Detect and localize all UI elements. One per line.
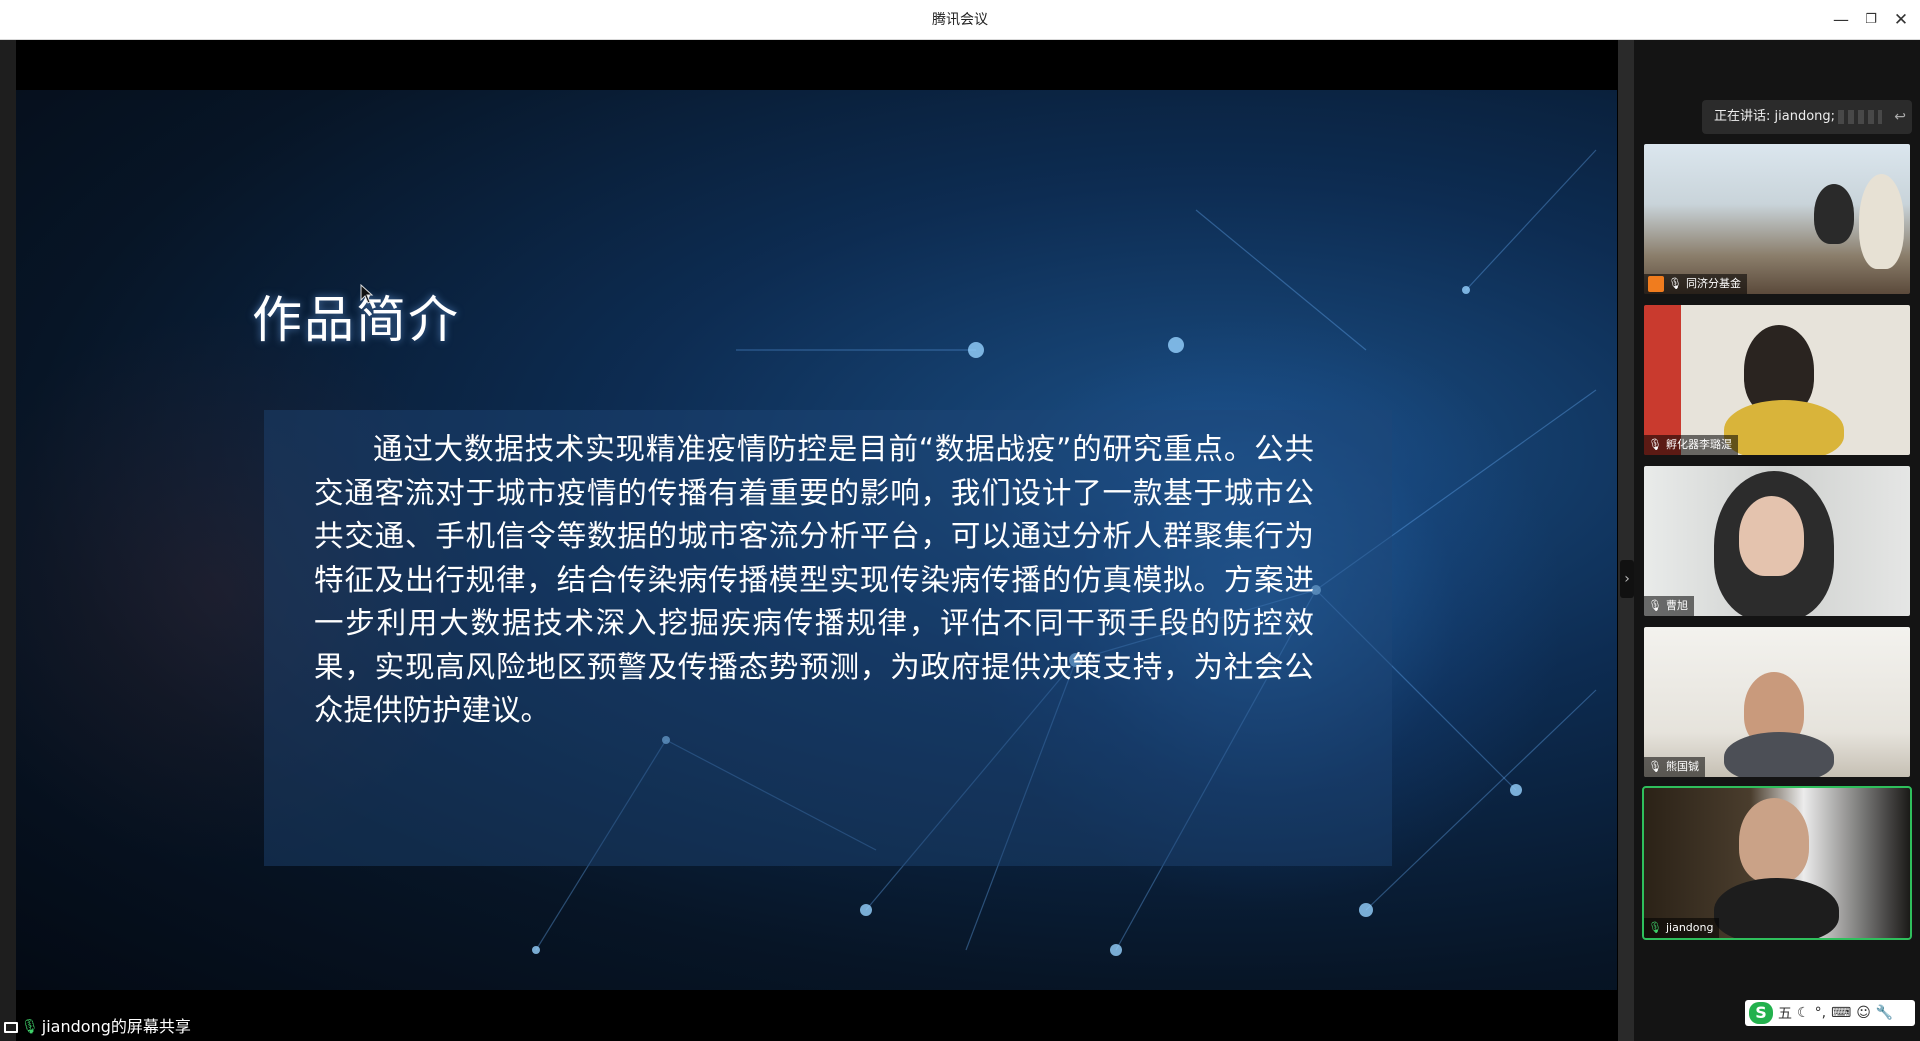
right-border bbox=[1618, 40, 1634, 1041]
participant-video-figure bbox=[1714, 878, 1839, 938]
moon-icon[interactable]: ☾ bbox=[1797, 1005, 1810, 1021]
participant-video-figure bbox=[1739, 798, 1809, 883]
screen-share-icon bbox=[4, 1021, 18, 1033]
back-arrow-icon[interactable]: ↩ bbox=[1894, 100, 1906, 134]
participant-name-tag: 🎙 同济分基金 bbox=[1644, 274, 1747, 294]
screen-share-label-text: jiandong的屏幕共享 bbox=[41, 1017, 191, 1036]
shared-screen-area: 作品简介 通过大数据技术实现精准疫情防控是目前“数据战疫”的研究重点。公共交通客… bbox=[0, 40, 1634, 1041]
participant-name-tag: 🎙 jiandong bbox=[1644, 918, 1720, 938]
audio-level-bars bbox=[1838, 110, 1882, 124]
participant-video-figure bbox=[1814, 184, 1854, 244]
left-border bbox=[0, 40, 16, 1041]
microphone-icon: 🎙 bbox=[1648, 438, 1662, 451]
participant-video-tile[interactable]: 🎙 孵化器李璐湜 bbox=[1644, 305, 1910, 455]
minimize-button[interactable]: — bbox=[1826, 0, 1856, 40]
punctuation-icon[interactable]: °, bbox=[1815, 1005, 1826, 1021]
participant-name: 同济分基金 bbox=[1685, 277, 1741, 290]
settings-wrench-icon[interactable]: 🔧 bbox=[1876, 1005, 1893, 1021]
mouse-cursor-icon bbox=[360, 284, 374, 304]
microphone-muted-icon: 🎙 bbox=[1648, 760, 1662, 773]
screen-share-label: 🎙 jiandong的屏幕共享 bbox=[0, 1013, 191, 1041]
participant-name-tag: 🎙 熊国铖 bbox=[1644, 757, 1705, 777]
participant-video-tile[interactable]: 🎙 同济分基金 bbox=[1644, 144, 1910, 294]
window-title: 腾讯会议 bbox=[932, 12, 988, 28]
microphone-muted-icon: 🎙 bbox=[1668, 277, 1682, 290]
slide-title: 作品简介 bbox=[252, 291, 460, 349]
participant-name: jiandong bbox=[1665, 921, 1714, 934]
participant-video-figure bbox=[1724, 732, 1834, 777]
participant-name: 孵化器李璐湜 bbox=[1665, 438, 1732, 451]
speaking-indicator: 正在讲话: jiandong; ↩ bbox=[1702, 100, 1912, 134]
participant-video-tile[interactable]: 🎙 曹旭 bbox=[1644, 466, 1910, 616]
microphone-active-icon: 🎙 bbox=[1648, 921, 1662, 934]
participant-name-tag: 🎙 曹旭 bbox=[1644, 596, 1694, 616]
participant-video-tile-active-speaker[interactable]: 🎙 jiandong bbox=[1642, 786, 1912, 940]
skin-icon[interactable]: ☺ bbox=[1856, 1005, 1871, 1021]
participant-panel: 正在讲话: jiandong; ↩ 🎙 同济分基金 🎙 孵化器李璐湜 🎙 曹旭 bbox=[1634, 40, 1920, 1041]
keyboard-icon[interactable]: ⌨ bbox=[1831, 1005, 1851, 1021]
ime-mode-label[interactable]: 五 bbox=[1778, 1003, 1792, 1023]
host-badge-icon bbox=[1648, 276, 1664, 292]
participant-name: 曹旭 bbox=[1665, 599, 1688, 612]
participant-video-figure bbox=[1739, 496, 1804, 576]
microphone-icon: 🎙 bbox=[21, 1019, 39, 1035]
participant-video-tile[interactable]: 🎙 熊国铖 bbox=[1644, 627, 1910, 777]
speaking-text: 正在讲话: jiandong; bbox=[1714, 109, 1836, 124]
microphone-muted-icon: 🎙 bbox=[1648, 599, 1662, 612]
close-button[interactable]: ✕ bbox=[1886, 0, 1916, 40]
participant-name: 熊国铖 bbox=[1665, 760, 1699, 773]
slide-body-text: 通过大数据技术实现精准疫情防控是目前“数据战疫”的研究重点。公共交通客流对于城市… bbox=[314, 432, 1314, 727]
restore-button[interactable]: ❐ bbox=[1856, 0, 1886, 40]
sogou-logo-icon[interactable]: S bbox=[1749, 1002, 1773, 1024]
participant-video-figure bbox=[1859, 174, 1904, 269]
participant-name-tag: 🎙 孵化器李璐湜 bbox=[1644, 435, 1738, 455]
title-bar: 腾讯会议 — ❐ ✕ bbox=[0, 0, 1920, 40]
collapse-panel-button[interactable]: › bbox=[1620, 560, 1634, 598]
input-method-toolbar[interactable]: S 五 ☾ °, ⌨ ☺ 🔧 bbox=[1745, 1000, 1915, 1026]
participant-video-figure bbox=[1724, 400, 1844, 455]
